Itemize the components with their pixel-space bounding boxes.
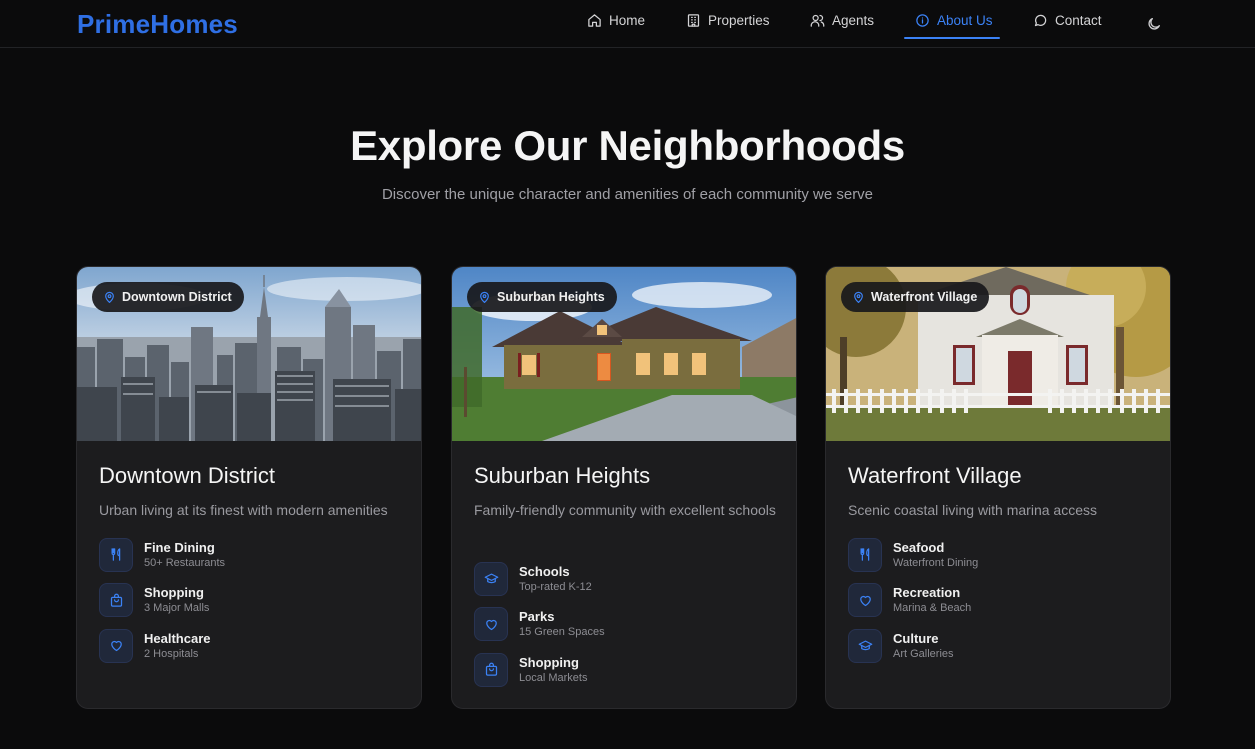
feature-item: Shopping Local Markets <box>474 647 605 693</box>
map-pin-icon <box>480 291 489 303</box>
card-description: Family-friendly community with excellent… <box>474 502 776 518</box>
location-badge: Waterfront Village <box>841 282 990 312</box>
card-title: Downtown District <box>99 463 276 488</box>
feature-title: Fine Dining <box>144 539 215 555</box>
info-icon <box>916 13 929 27</box>
feature-title: Culture <box>893 630 939 646</box>
card-description: Scenic coastal living with marina access <box>848 502 1097 518</box>
graduation-cap-icon <box>474 561 508 596</box>
nav-agents[interactable]: Agents <box>810 0 874 40</box>
feature-subtitle: Top-rated K-12 <box>519 580 592 593</box>
feature-title: Shopping <box>519 654 579 670</box>
nav-home-label: Home <box>609 12 646 28</box>
nav-agents-label: Agents <box>832 12 875 28</box>
nav-properties-label: Properties <box>708 12 770 28</box>
feature-title: Seafood <box>893 539 945 555</box>
feature-item: Shopping 3 Major Malls <box>99 578 225 624</box>
moon-icon[interactable] <box>1146 16 1162 32</box>
page-subtitle: Discover the unique character and amenit… <box>381 186 874 203</box>
location-badge: Downtown District <box>92 282 244 312</box>
feature-item: Seafood Waterfront Dining <box>848 532 978 578</box>
neighborhood-card-suburban[interactable]: Suburban Heights Suburban Heights Family… <box>451 266 797 709</box>
nav-contact[interactable]: Contact <box>1033 0 1102 40</box>
shopping-bag-icon <box>474 652 508 687</box>
shopping-bag-icon <box>99 583 133 618</box>
users-icon <box>810 14 825 27</box>
feature-title: Healthcare <box>144 630 211 646</box>
feature-item: Healthcare 2 Hospitals <box>99 623 225 669</box>
home-icon <box>588 13 601 27</box>
map-pin-icon <box>105 291 114 303</box>
feature-item: Culture Art Galleries <box>848 623 978 669</box>
feature-title: Shopping <box>144 585 204 601</box>
nav-contact-label: Contact <box>1055 12 1102 28</box>
map-pin-icon <box>854 291 863 303</box>
location-badge-label: Downtown District <box>122 290 232 304</box>
nav-about-us-label: About Us <box>937 12 993 28</box>
nav-about-us[interactable]: About Us <box>915 0 993 40</box>
downtown-skyline-image: Downtown District <box>77 267 421 441</box>
feature-item: Fine Dining 50+ Restaurants <box>99 532 225 578</box>
feature-subtitle: Marina & Beach <box>893 602 972 615</box>
feature-subtitle: Waterfront Dining <box>893 556 979 569</box>
feature-subtitle: Local Markets <box>519 671 588 684</box>
feature-list: Seafood Waterfront Dining Recreation Mar… <box>848 532 978 669</box>
feature-subtitle: 2 Hospitals <box>144 647 199 660</box>
page-title: Explore Our Neighborhoods <box>350 122 905 169</box>
feature-subtitle: 15 Green Spaces <box>519 626 605 639</box>
neighborhood-card-downtown[interactable]: Downtown District Downtown District Urba… <box>76 266 422 709</box>
waterfront-cottage-image: Waterfront Village <box>826 267 1170 441</box>
card-title: Waterfront Village <box>848 463 1022 488</box>
location-badge-label: Suburban Heights <box>497 290 605 304</box>
feature-subtitle: 3 Major Malls <box>144 602 210 615</box>
navbar: PrimeHomes Home Properties Agents About … <box>0 0 1255 48</box>
feature-item: Parks 15 Green Spaces <box>474 602 605 648</box>
message-icon <box>1034 14 1047 26</box>
neighborhood-card-waterfront[interactable]: Waterfront Village Waterfront Village Sc… <box>825 266 1171 709</box>
feature-list: Schools Top-rated K-12 Parks 15 Green Sp… <box>474 556 605 693</box>
heart-icon <box>99 628 133 663</box>
heart-icon <box>848 583 882 618</box>
graduation-cap-icon <box>848 628 882 663</box>
utensils-icon <box>99 537 133 572</box>
building-icon <box>687 13 700 27</box>
feature-subtitle: Art Galleries <box>893 647 954 660</box>
heart-icon <box>474 607 508 642</box>
utensils-icon <box>848 537 882 572</box>
feature-title: Parks <box>519 609 555 625</box>
feature-title: Schools <box>519 563 570 579</box>
feature-title: Recreation <box>893 585 961 601</box>
nav-home[interactable]: Home <box>587 0 645 40</box>
card-description: Urban living at its finest with modern a… <box>99 502 388 518</box>
card-title: Suburban Heights <box>474 463 651 488</box>
brand-logo[interactable]: PrimeHomes <box>77 9 238 40</box>
nav-active-indicator <box>904 37 1000 39</box>
feature-item: Schools Top-rated K-12 <box>474 556 605 602</box>
feature-subtitle: 50+ Restaurants <box>144 556 226 569</box>
location-badge: Suburban Heights <box>467 282 617 312</box>
suburban-house-image: Suburban Heights <box>452 267 796 441</box>
feature-list: Fine Dining 50+ Restaurants Shopping 3 M… <box>99 532 225 669</box>
feature-item: Recreation Marina & Beach <box>848 578 978 624</box>
nav-properties[interactable]: Properties <box>686 0 770 40</box>
location-badge-label: Waterfront Village <box>871 290 978 304</box>
